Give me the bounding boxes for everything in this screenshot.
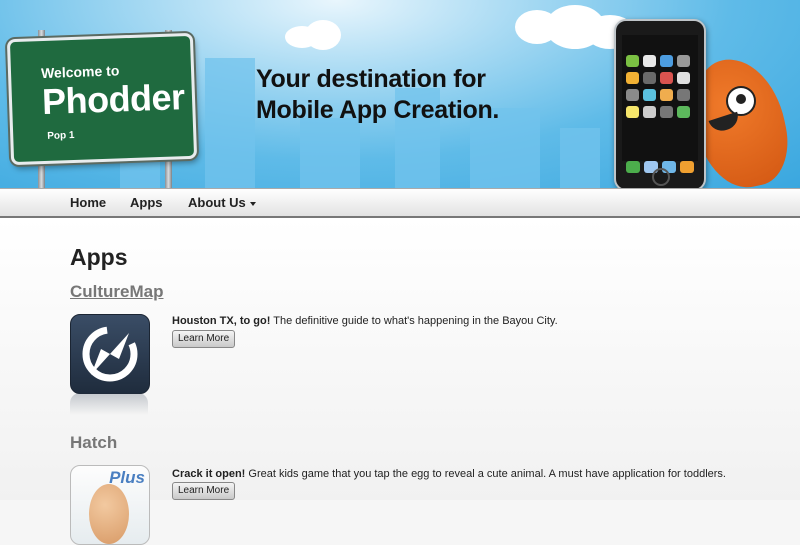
egg-icon[interactable]: Plus (70, 465, 150, 545)
learn-more-button[interactable]: Learn More (172, 482, 236, 500)
app-description-hatch: Crack it open! Great kids game that you … (172, 468, 726, 480)
sign-population: Pop 1 (47, 129, 75, 142)
app-description-text: The definitive guide to what's happening… (270, 315, 558, 327)
skyline-building (205, 58, 255, 188)
app-title-culturemap[interactable]: CultureMap (70, 282, 164, 302)
nav-apps[interactable]: Apps (130, 195, 163, 210)
phone-home-button (652, 168, 670, 186)
skyline-building (300, 118, 360, 188)
plus-badge: Plus (109, 468, 145, 487)
main-content: Apps CultureMap Houston TX, to go! The d… (0, 218, 800, 545)
phone-app-grid (626, 55, 690, 118)
app-description-text: Great kids game that you tap the egg to … (245, 468, 726, 480)
monster-pupil (736, 94, 746, 104)
egg-shape (89, 484, 129, 544)
sign-brand-name: Phodder (41, 76, 186, 123)
tagline-line-1: Your destination for (256, 65, 486, 93)
phone-screen (622, 35, 698, 173)
app-title-hatch: Hatch (70, 433, 118, 452)
app-tagline: Houston TX, to go! (172, 315, 271, 327)
app-description-culturemap: Houston TX, to go! The definitive guide … (172, 315, 558, 327)
learn-more-button[interactable]: Learn More (172, 330, 236, 348)
cloud (305, 20, 341, 50)
app-tagline: Crack it open! (172, 468, 246, 480)
compass-icon[interactable] (70, 314, 150, 394)
skyline-building (560, 128, 600, 188)
tagline-line-2: Mobile App Creation. (256, 96, 500, 124)
icon-reflection (70, 393, 148, 415)
nav-about-us-label: About Us (188, 195, 246, 210)
caret-down-icon (249, 201, 256, 206)
header-banner: Welcome to Phodder Pop 1 Your destinatio… (0, 0, 800, 188)
welcome-sign-logo[interactable]: Welcome to Phodder Pop 1 (6, 32, 198, 166)
page-title: Apps (70, 244, 128, 270)
iphone-illustration (614, 19, 706, 188)
nav-about-us[interactable]: About Us (188, 195, 256, 210)
tagline: Your destination for Mobile App Creation… (256, 64, 499, 126)
top-nav: Home Apps About Us (0, 188, 800, 219)
nav-home[interactable]: Home (70, 195, 106, 210)
